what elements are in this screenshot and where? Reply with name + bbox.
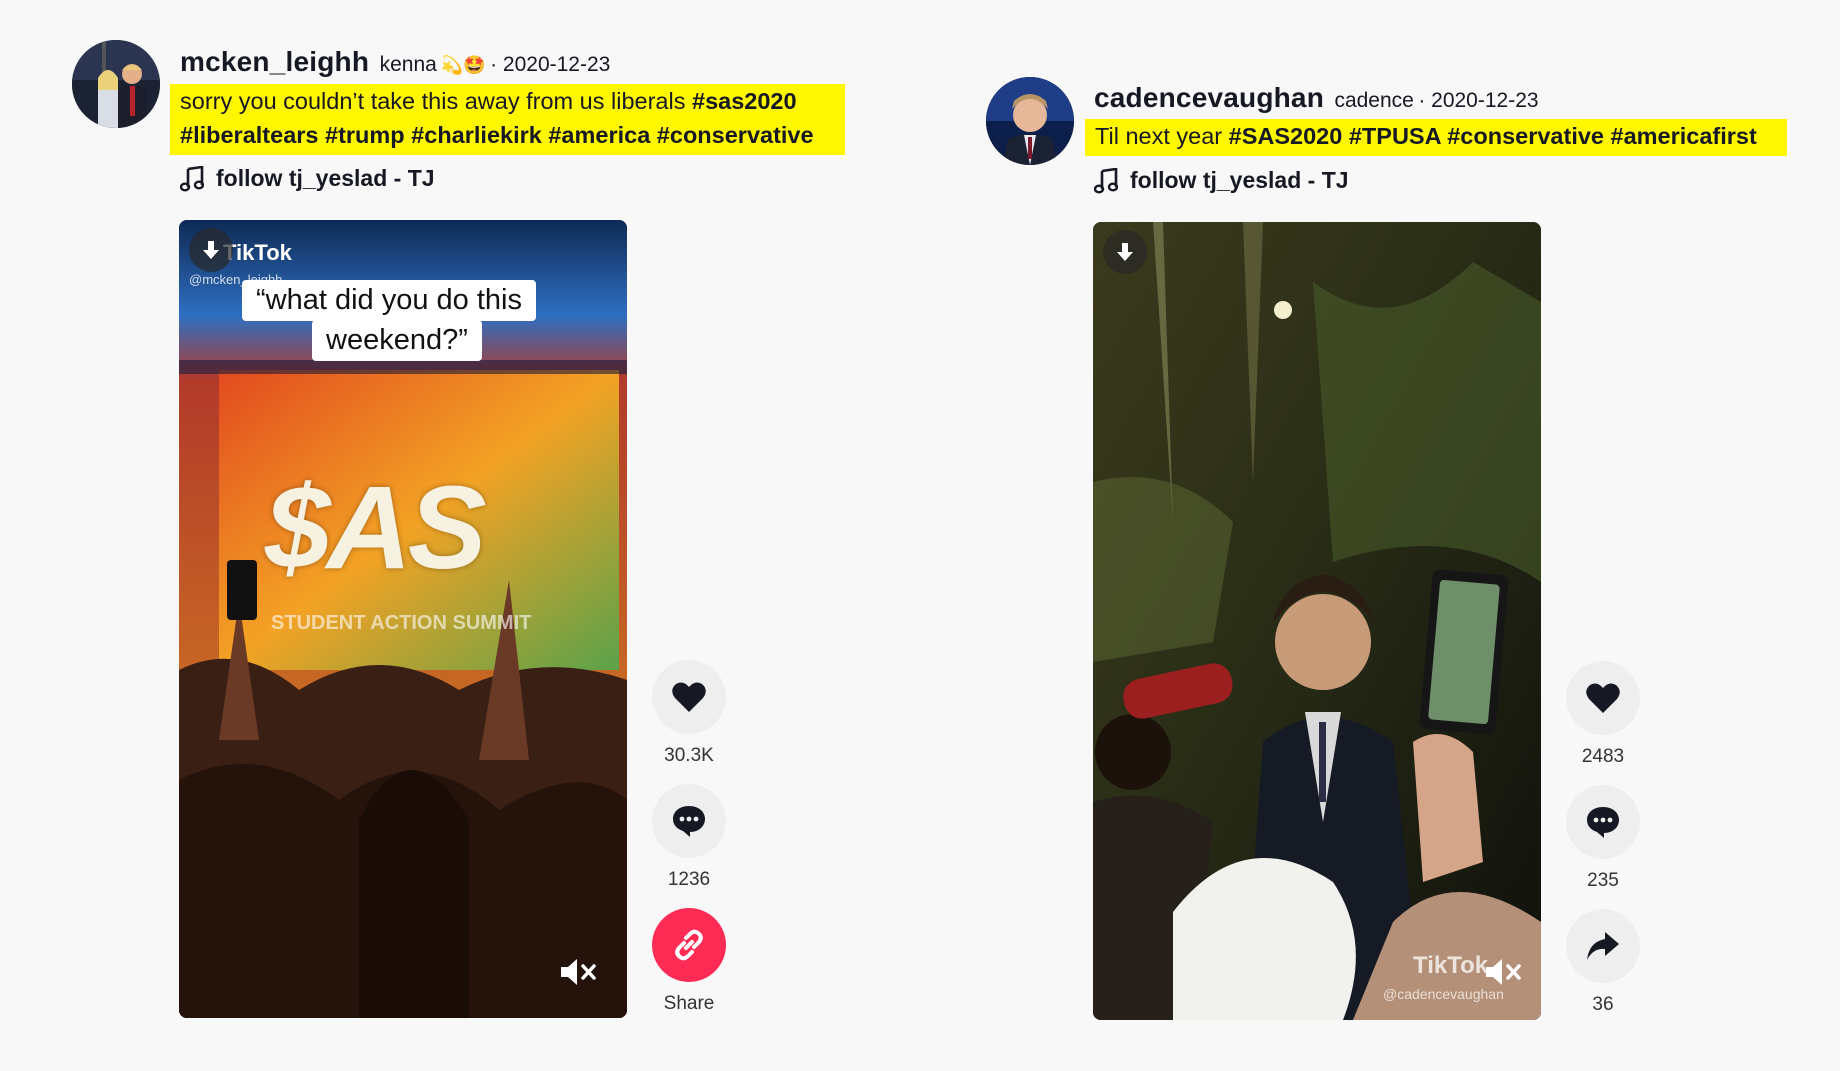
overlay-text-line-2: weekend?” — [312, 320, 482, 361]
nickname: cadence — [1334, 89, 1414, 112]
like-count: 2483 — [1581, 746, 1625, 767]
comment-action[interactable]: 1236 — [651, 784, 727, 891]
hashtags[interactable]: #SAS2020 #TPUSA #conservative #americafi… — [1229, 123, 1757, 149]
avatar[interactable] — [986, 77, 1074, 165]
tiktok-watermark: TikTok — [1413, 952, 1489, 979]
share-label: Share — [663, 993, 715, 1014]
heart-icon — [672, 682, 706, 712]
post-date: · 2020-12-23 — [490, 53, 611, 76]
download-button[interactable] — [1103, 230, 1147, 274]
username[interactable]: cadencevaughan — [1094, 82, 1324, 113]
caption-text: sorry you couldn’t take this away from u… — [180, 88, 692, 114]
hashtags[interactable]: #liberaltears #trump #charliekirk #ameri… — [180, 122, 814, 148]
like-button[interactable] — [652, 660, 726, 734]
stage-logo: $AS — [265, 462, 487, 594]
nickname: kenna — [379, 53, 437, 76]
video-player[interactable]: TikTok @cadencevaughan — [1093, 222, 1541, 1020]
comment-action[interactable]: 235 — [1565, 785, 1641, 892]
mute-icon — [1486, 959, 1521, 985]
caption-text: Til next year — [1095, 123, 1229, 149]
nickname-emoji: 💫🤩 — [440, 55, 486, 75]
video-player[interactable]: $AS STUDENT ACTION SUMMIT “what did you … — [179, 220, 627, 1018]
username[interactable]: mcken_leighh — [180, 46, 369, 77]
post-header: mcken_leighh kenna 💫🤩 · 2020-12-23 — [180, 46, 610, 78]
watermark-handle: @mcken_leighh — [189, 272, 283, 287]
comment-icon — [1587, 807, 1619, 838]
video-frame — [1093, 222, 1541, 1020]
music-link[interactable]: follow tj_yeslad - TJ — [180, 165, 435, 192]
avatar[interactable] — [72, 40, 160, 128]
heart-icon — [1586, 683, 1620, 713]
overlay-text-line-1: “what did you do this — [242, 280, 536, 321]
post-date: · 2020-12-23 — [1418, 89, 1539, 112]
comment-icon — [673, 806, 705, 837]
download-button[interactable] — [189, 228, 233, 272]
mute-button[interactable] — [558, 956, 598, 988]
music-link[interactable]: follow tj_yeslad - TJ — [1094, 167, 1349, 194]
share-button[interactable] — [1566, 909, 1640, 983]
like-action[interactable]: 2483 — [1565, 661, 1641, 768]
share-arrow-icon — [1587, 932, 1619, 960]
music-title: follow tj_yeslad - TJ — [216, 165, 435, 191]
tiktok-watermark: TikTok — [223, 240, 292, 265]
mute-icon — [561, 959, 596, 985]
link-icon — [675, 929, 703, 961]
music-note-icon — [1094, 167, 1118, 193]
stage-subtitle: STUDENT ACTION SUMMIT — [271, 612, 532, 634]
post-header: cadencevaughan cadence · 2020-12-23 — [1094, 82, 1539, 114]
share-count: 36 — [1592, 994, 1614, 1015]
hashtag[interactable]: #sas2020 — [692, 88, 797, 114]
share-action[interactable]: 36 — [1565, 909, 1641, 1016]
music-note-icon — [180, 165, 204, 191]
mute-button[interactable] — [1483, 956, 1523, 988]
comment-count: 235 — [1587, 870, 1619, 891]
share-action[interactable]: Share — [651, 908, 727, 1015]
comment-count: 1236 — [667, 869, 711, 890]
like-action[interactable]: 30.3K — [651, 660, 727, 767]
post-mcken-leighh: mcken_leighh kenna 💫🤩 · 2020-12-23 sorry … — [0, 0, 920, 1071]
comment-button[interactable] — [1566, 785, 1640, 859]
like-count: 30.3K — [664, 745, 714, 766]
like-button[interactable] — [1566, 661, 1640, 735]
download-icon — [1117, 243, 1133, 261]
watermark-handle: @cadencevaughan — [1383, 986, 1504, 1002]
post-cadencevaughan: cadencevaughan cadence · 2020-12-23 Til … — [920, 0, 1840, 1071]
share-link-button[interactable] — [652, 908, 726, 982]
music-title: follow tj_yeslad - TJ — [1130, 167, 1349, 193]
download-icon — [203, 241, 219, 259]
comment-button[interactable] — [652, 784, 726, 858]
caption: sorry you couldn’t take this away from u… — [170, 84, 845, 155]
caption: Til next year #SAS2020 #TPUSA #conservat… — [1085, 119, 1787, 156]
